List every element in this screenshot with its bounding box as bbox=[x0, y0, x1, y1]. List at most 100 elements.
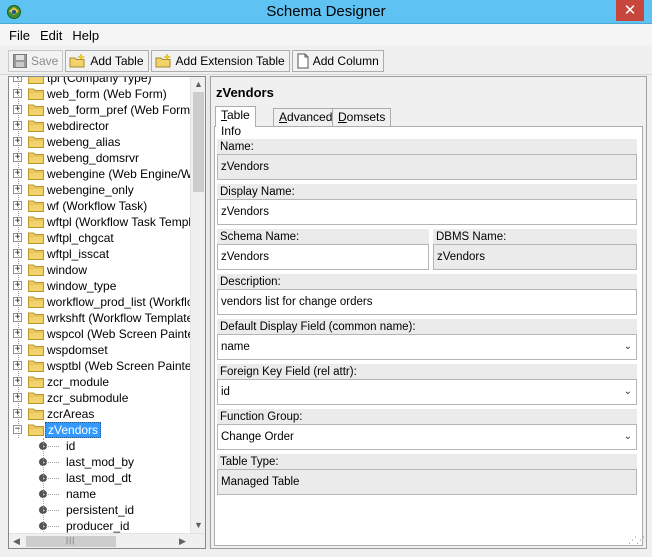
add-column-button[interactable]: Add Column bbox=[291, 49, 384, 72]
scroll-up-icon[interactable]: ▲ bbox=[191, 77, 205, 92]
tree-item[interactable]: + webengine_only bbox=[9, 182, 192, 198]
tree-vertical-scrollbar[interactable]: ▲ ▼ bbox=[190, 77, 205, 533]
resize-grip-icon[interactable]: ⋰⋰ bbox=[628, 535, 645, 546]
tree-item-label: wf (Workflow Task) bbox=[47, 199, 148, 213]
tree-column-item[interactable]: last_mod_dt bbox=[9, 470, 192, 486]
folder-icon bbox=[28, 391, 44, 404]
scroll-down-icon[interactable]: ▼ bbox=[191, 518, 205, 533]
add-table-label: Add Table bbox=[90, 53, 144, 68]
folder-icon bbox=[28, 167, 44, 180]
tree-item[interactable]: + window_type bbox=[9, 278, 192, 294]
scroll-left-icon[interactable]: ◀ bbox=[9, 534, 24, 548]
tree-item[interactable]: + webengine (Web Engine/Web bbox=[9, 166, 205, 182]
chevron-down-icon[interactable]: ⌄ bbox=[624, 425, 632, 449]
function-group-select[interactable]: Change Order ⌄ bbox=[217, 424, 637, 450]
scroll-thumb[interactable] bbox=[193, 92, 204, 192]
tree-item[interactable]: + webeng_domsrvr bbox=[9, 150, 192, 166]
tree-horizontal-scrollbar[interactable]: ◀ ||| ▶ bbox=[9, 533, 205, 548]
tree-column-item[interactable]: producer_id bbox=[9, 518, 192, 534]
tree-column-label: last_mod_by bbox=[66, 455, 135, 469]
page-icon bbox=[297, 53, 309, 68]
tree-item[interactable]: + window bbox=[9, 262, 192, 278]
tree-item[interactable]: + zcrAreas bbox=[9, 406, 192, 422]
tab-advanced[interactable]: Advanced bbox=[273, 108, 339, 126]
tree-item[interactable]: + web_form (Web Form) bbox=[9, 86, 192, 102]
chevron-down-icon[interactable]: ⌄ bbox=[624, 335, 632, 359]
tree-item[interactable]: + wrkshft (Workflow Template V bbox=[9, 310, 205, 326]
tree-column-label: producer_id bbox=[66, 519, 130, 533]
folder-icon bbox=[28, 327, 44, 340]
table-info-form: Name: zVendors Display Name: zVendors Sc… bbox=[214, 126, 643, 546]
display-name-field[interactable]: zVendors bbox=[217, 199, 637, 225]
foreign-key-field-select[interactable]: id ⌄ bbox=[217, 379, 637, 405]
tree-item-label: window_type bbox=[47, 279, 117, 293]
folder-icon bbox=[28, 87, 44, 100]
tree-item[interactable]: + wspcol (Web Screen Painter C bbox=[9, 326, 205, 342]
tab-domsets[interactable]: Domsets bbox=[332, 108, 392, 126]
tree-item-label: zVendors bbox=[45, 422, 102, 438]
tree-item[interactable]: + web_form_pref (Web Form Pr bbox=[9, 102, 205, 118]
name-field[interactable]: zVendors bbox=[217, 154, 637, 180]
scroll-right-icon[interactable]: ▶ bbox=[175, 534, 190, 548]
tree-column-item[interactable]: persistent_id bbox=[9, 502, 192, 518]
tree-column-item[interactable]: last_mod_by bbox=[9, 454, 192, 470]
tree-item-label: zcr_submodule bbox=[47, 391, 129, 405]
tree-item[interactable]: + wspdomset bbox=[9, 342, 192, 358]
save-button-label: Save bbox=[31, 53, 59, 68]
close-button[interactable]: ✕ bbox=[616, 0, 644, 21]
folder-icon bbox=[28, 311, 44, 324]
tree-item[interactable]: + webdirector bbox=[9, 118, 192, 134]
tree-item-label: zcr_module bbox=[47, 375, 110, 389]
add-table-button[interactable]: Add Table bbox=[65, 49, 149, 72]
tree-item-selected[interactable]: − zVendors bbox=[9, 422, 192, 438]
tree-item-label: webdirector bbox=[47, 119, 110, 133]
table-type-field[interactable]: Managed Table bbox=[217, 469, 637, 495]
folder-icon bbox=[28, 215, 44, 228]
tree-rows: + tpl (Company Type) + web_form (Web Form) +… bbox=[9, 76, 205, 542]
tree-connector-line bbox=[43, 510, 59, 511]
description-field[interactable]: vendors list for change orders bbox=[217, 289, 637, 315]
schema-name-field[interactable]: zVendors bbox=[217, 244, 429, 270]
tree-item-label: zcrAreas bbox=[47, 407, 95, 421]
tree-item[interactable]: + wftpl_isscat bbox=[9, 246, 192, 262]
tree-item-partial[interactable]: + tpl (Company Type) bbox=[9, 76, 192, 86]
tree-column-item[interactable]: name bbox=[9, 486, 192, 502]
default-display-field-value: name bbox=[221, 341, 250, 353]
tree-item[interactable]: + wftpl_chgcat bbox=[9, 230, 192, 246]
tree-item-label: wspcol (Web Screen Painter C bbox=[47, 327, 206, 341]
dbms-name-field[interactable]: zVendors bbox=[433, 244, 637, 270]
foreign-key-field-label: Foreign Key Field (rel attr): bbox=[217, 364, 637, 380]
add-extension-table-label: Add Extension Table bbox=[175, 53, 285, 68]
menu-edit[interactable]: Edit bbox=[35, 28, 67, 43]
chevron-down-icon[interactable]: ⌄ bbox=[624, 380, 632, 404]
tree-item-label: wrkshft (Workflow Template V bbox=[47, 311, 205, 325]
tree-column-item[interactable]: id bbox=[9, 438, 192, 454]
menu-help[interactable]: Help bbox=[67, 28, 104, 43]
tree-item[interactable]: + webeng_alias bbox=[9, 134, 192, 150]
tree-item[interactable]: + wftpl (Workflow Task Templat bbox=[9, 214, 201, 230]
folder-icon bbox=[28, 183, 44, 196]
tree-item[interactable]: + zcr_module bbox=[9, 374, 192, 390]
tree-item-label: wftpl (Workflow Task Templat bbox=[47, 215, 202, 229]
table-detail-panel: zVendors Table Info Advanced Domsets Nam… bbox=[210, 76, 647, 549]
tree-item-label: web_form (Web Form) bbox=[47, 87, 167, 101]
tab-domsets-mnemonic: D bbox=[338, 110, 347, 124]
tree-item-label: wftpl_chgcat bbox=[47, 231, 114, 245]
tree-item[interactable]: + wf (Workflow Task) bbox=[9, 198, 192, 214]
tree-item[interactable]: + wsptbl (Web Screen Painter T bbox=[9, 358, 205, 374]
menu-file[interactable]: File bbox=[4, 28, 35, 43]
tree-item-label: wsptbl (Web Screen Painter T bbox=[47, 359, 206, 373]
tree-item[interactable]: + zcr_submodule bbox=[9, 390, 192, 406]
folder-icon bbox=[28, 423, 44, 436]
menu-bar: File Edit Help bbox=[0, 24, 652, 46]
tree-item-label: tpl (Company Type) bbox=[47, 76, 152, 85]
tree-item[interactable]: + workflow_prod_list (Workflow bbox=[9, 294, 202, 310]
save-button[interactable]: Save bbox=[8, 49, 64, 72]
default-display-field-select[interactable]: name ⌄ bbox=[217, 334, 637, 360]
add-extension-table-button[interactable]: Add Extension Table bbox=[150, 49, 290, 72]
schema-tree[interactable]: + tpl (Company Type) + web_form (Web Form) +… bbox=[8, 76, 206, 549]
tab-table-info[interactable]: Table Info bbox=[215, 106, 256, 138]
tree-connector-line bbox=[18, 77, 19, 438]
tree-column-label: name bbox=[66, 487, 97, 501]
floppy-disk-icon bbox=[13, 53, 27, 68]
